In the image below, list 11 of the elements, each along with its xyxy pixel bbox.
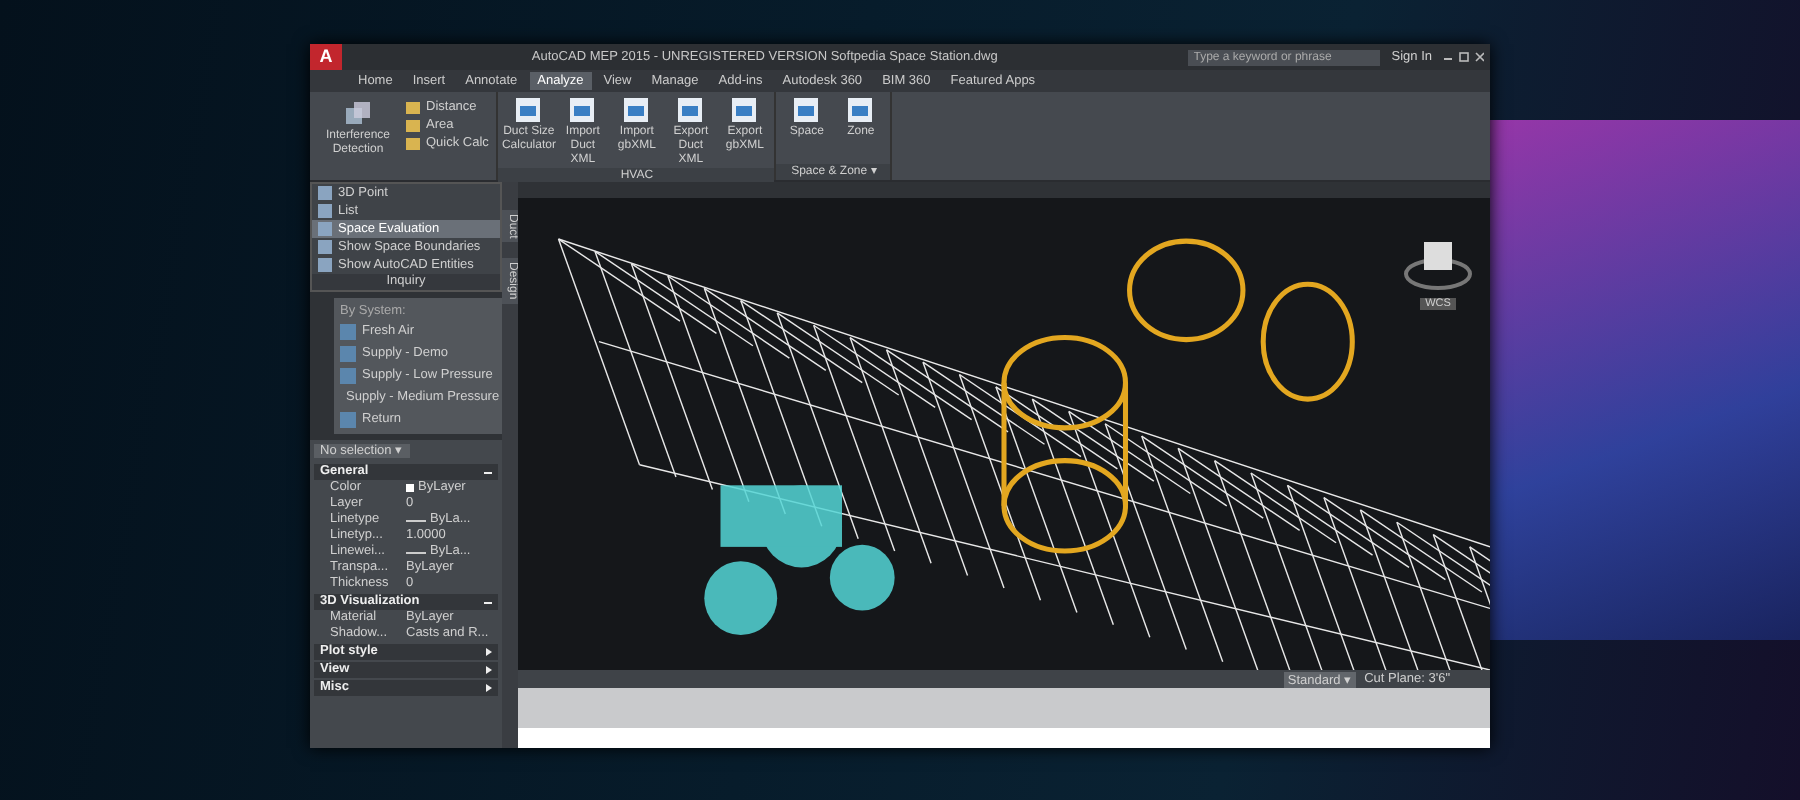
window-controls-icon[interactable]	[1444, 51, 1484, 63]
duct-tool-icon	[340, 411, 356, 427]
document-icon	[846, 96, 875, 124]
document-icon	[730, 96, 759, 124]
app-logo-icon[interactable]: A	[310, 44, 342, 70]
document-icon	[622, 96, 651, 124]
command-input[interactable]	[518, 728, 1490, 748]
document-icon	[514, 96, 543, 124]
document-icon	[568, 96, 597, 124]
document-icon	[676, 96, 705, 124]
document-icon	[792, 96, 821, 124]
